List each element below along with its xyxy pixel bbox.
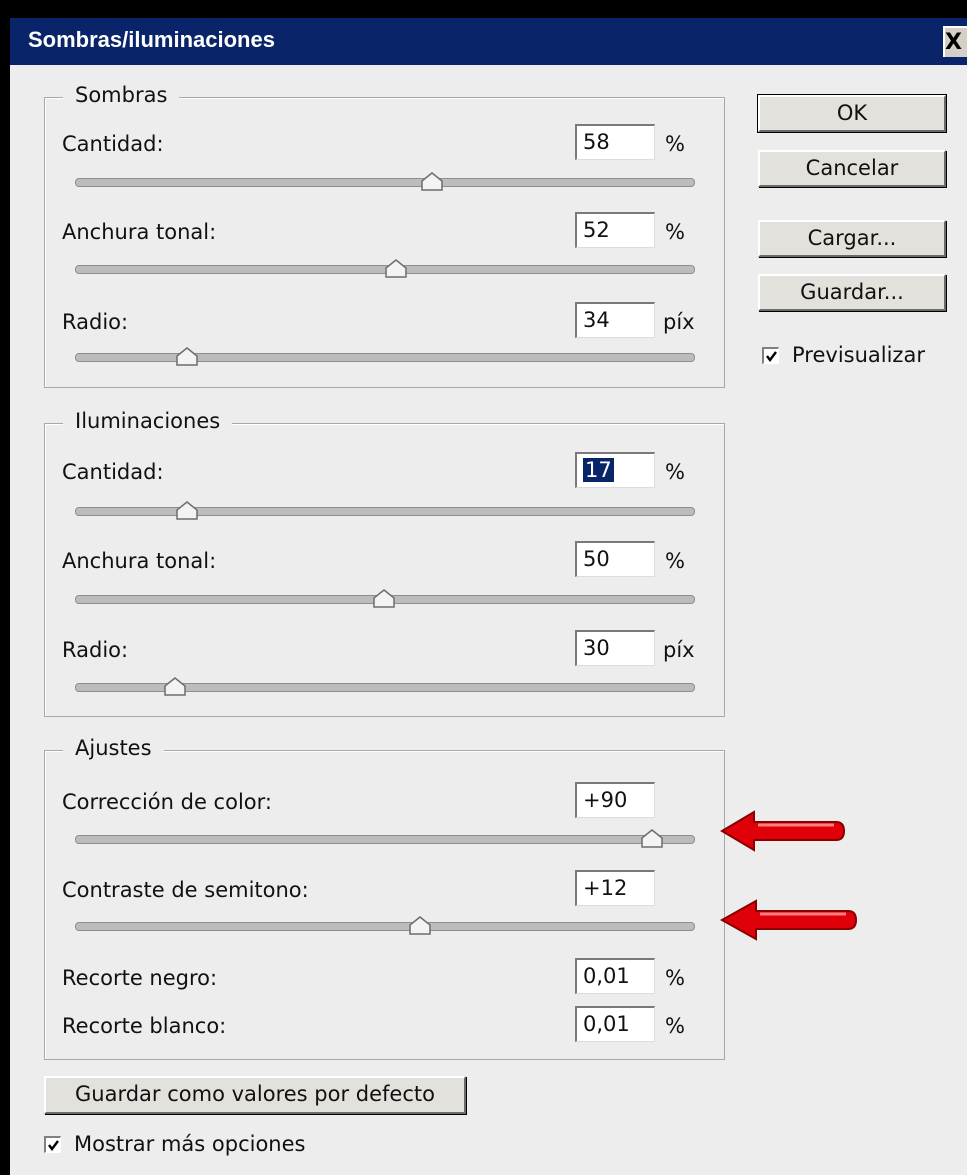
slider-thumb-icon[interactable]	[176, 347, 199, 367]
iluminaciones-legend: Iluminaciones	[63, 409, 233, 433]
sombras-radio-field[interactable]: 34	[575, 302, 655, 338]
save-button[interactable]: Guardar...	[758, 274, 946, 311]
contraste-semitono-label: Contraste de semitono:	[62, 878, 309, 902]
sombras-radio-slider[interactable]	[75, 353, 695, 362]
slider-thumb-icon[interactable]	[420, 172, 443, 192]
preview-label: Previsualizar	[792, 343, 925, 367]
sombras-anchura-field[interactable]: 52	[575, 212, 655, 248]
iluminaciones-radio-label: Radio:	[62, 638, 129, 662]
iluminaciones-radio-unit: píx	[663, 638, 695, 662]
preview-checkbox[interactable]	[762, 347, 779, 364]
title-bar: Sombras/iluminaciones X	[10, 18, 967, 65]
correccion-color-label: Corrección de color:	[62, 790, 272, 814]
slider-thumb-icon[interactable]	[641, 829, 663, 849]
iluminaciones-anchura-label: Anchura tonal:	[62, 549, 217, 573]
slider-thumb-icon[interactable]	[164, 677, 187, 697]
recorte-blanco-label: Recorte blanco:	[62, 1014, 227, 1038]
sombras-cantidad-field[interactable]: 58	[575, 124, 655, 160]
contraste-semitono-field[interactable]: +12	[575, 870, 655, 906]
more-options-label: Mostrar más opciones	[74, 1132, 306, 1156]
correccion-color-slider[interactable]	[75, 835, 695, 844]
checkmark-icon	[766, 351, 777, 362]
slider-thumb-icon[interactable]	[373, 589, 395, 609]
recorte-negro-label: Recorte negro:	[62, 966, 218, 990]
iluminaciones-cantidad-label: Cantidad:	[62, 460, 164, 484]
recorte-negro-unit: %	[665, 966, 685, 990]
iluminaciones-cantidad-field[interactable]: 17	[575, 452, 655, 488]
cancel-button[interactable]: Cancelar	[758, 150, 946, 187]
red-arrow-icon	[719, 899, 858, 941]
slider-thumb-icon[interactable]	[176, 501, 199, 521]
iluminaciones-cantidad-slider[interactable]	[75, 507, 695, 516]
recorte-negro-field[interactable]: 0,01	[575, 958, 655, 994]
sombras-radio-unit: píx	[663, 310, 695, 334]
sombras-radio-label: Radio:	[62, 310, 129, 334]
iluminaciones-radio-field[interactable]: 30	[575, 630, 655, 666]
save-defaults-button[interactable]: Guardar como valores por defecto	[44, 1076, 466, 1114]
sombras-cantidad-unit: %	[665, 132, 685, 156]
contraste-semitono-slider[interactable]	[75, 922, 695, 931]
dialog-title: Sombras/iluminaciones	[28, 27, 275, 52]
iluminaciones-anchura-field[interactable]: 50	[575, 541, 655, 577]
sombras-anchura-label: Anchura tonal:	[62, 220, 217, 244]
iluminaciones-anchura-unit: %	[665, 549, 685, 573]
iluminaciones-cantidad-unit: %	[665, 460, 685, 484]
sombras-legend: Sombras	[63, 83, 180, 107]
more-options-checkbox[interactable]	[44, 1136, 61, 1153]
correccion-color-field[interactable]: +90	[575, 782, 655, 818]
ok-button[interactable]: OK	[757, 94, 947, 133]
red-arrow-icon	[720, 810, 846, 852]
recorte-blanco-unit: %	[665, 1014, 685, 1038]
selected-value: 17	[583, 458, 614, 482]
close-button[interactable]: X	[943, 26, 967, 57]
slider-thumb-icon[interactable]	[385, 259, 407, 279]
load-button[interactable]: Cargar...	[758, 220, 946, 257]
recorte-blanco-field[interactable]: 0,01	[575, 1006, 655, 1042]
sombras-cantidad-slider[interactable]	[75, 178, 695, 187]
sombras-cantidad-label: Cantidad:	[62, 132, 164, 156]
sombras-anchura-unit: %	[665, 220, 685, 244]
checkmark-icon	[48, 1140, 59, 1151]
ajustes-legend: Ajustes	[63, 736, 164, 760]
slider-thumb-icon[interactable]	[409, 916, 431, 936]
